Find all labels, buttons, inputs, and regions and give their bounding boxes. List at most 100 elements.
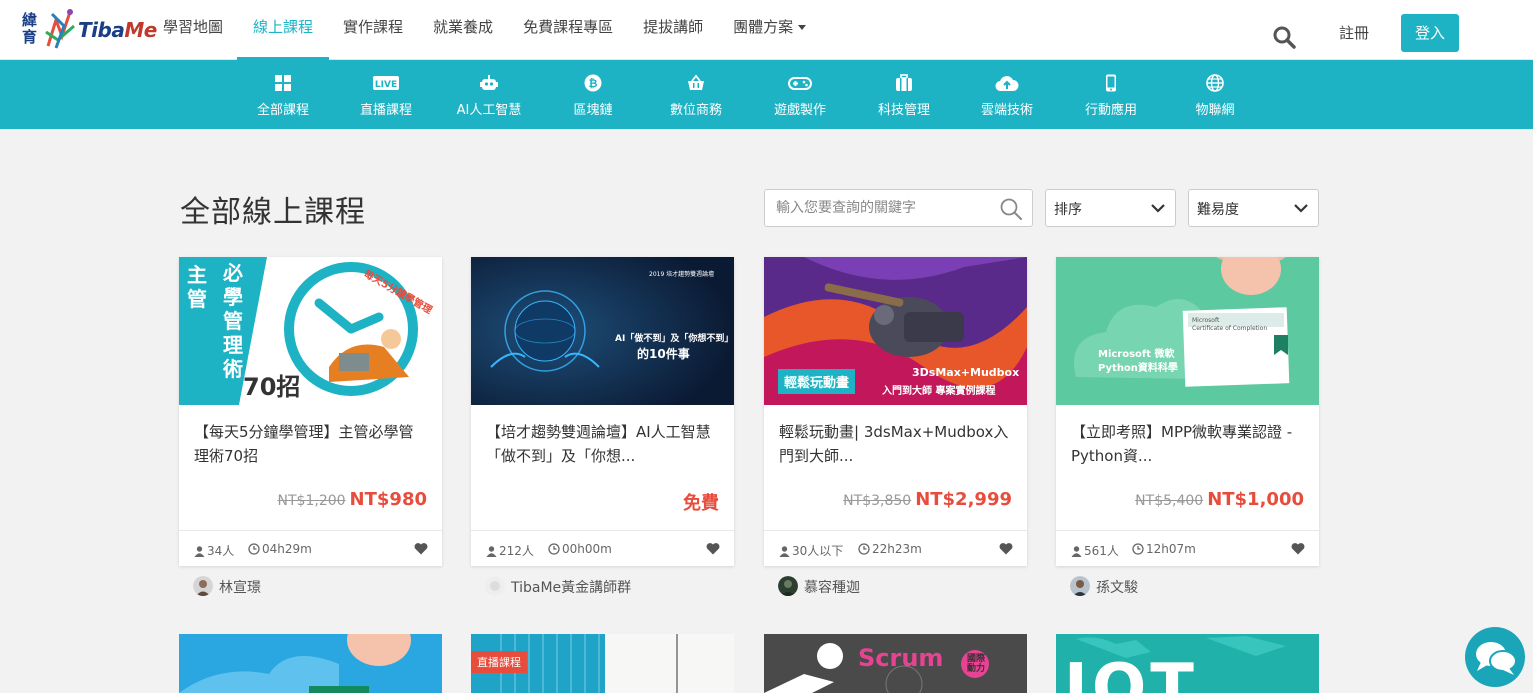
svg-text:₿: ₿ [589, 77, 598, 90]
course-duration: 04h29m [248, 542, 312, 556]
thumb-text: Scrum [858, 644, 944, 672]
category-live[interactable]: LIVE 直播課程 [334, 60, 438, 129]
briefcase-icon [896, 74, 912, 91]
course-duration: 00h00m [548, 542, 612, 556]
teacher-name: 慕容種迦 [804, 580, 860, 596]
nav-free-courses[interactable]: 免費課程專區 [523, 0, 613, 60]
teacher-name: 孫文駿 [1096, 580, 1138, 596]
course-card[interactable]: Scrum 國際動力 [764, 634, 1027, 693]
heart-icon[interactable] [706, 542, 720, 555]
search-icon[interactable] [999, 197, 1023, 221]
sale-price: NT$980 [349, 489, 427, 510]
course-title[interactable]: 輕鬆玩動畫| 3dsMax+Mudbox入門到大師... [779, 420, 1011, 468]
login-button[interactable]: 登入 [1401, 14, 1459, 52]
course-card[interactable]: Microsoft 微軟 Python資料科學 Microsoft Certif… [1056, 257, 1319, 566]
live-badge: 直播課程 [471, 651, 527, 673]
sale-price: NT$2,999 [915, 489, 1012, 510]
nav-career-training[interactable]: 就業養成 [433, 0, 493, 60]
teacher-name: 林宣璟 [219, 580, 261, 596]
course-card-footer: 30人以下 22h23m [764, 530, 1027, 566]
course-card-footer: 34人 04h29m [179, 530, 442, 566]
chevron-down-icon [1151, 204, 1165, 213]
course-card-footer: 561人 12h07m [1056, 530, 1319, 566]
nav-practical-courses[interactable]: 實作課程 [343, 0, 403, 60]
category-label: 全部課程 [256, 103, 309, 118]
svg-text:LIVE: LIVE [375, 80, 397, 90]
category-label: 行動應用 [1084, 103, 1137, 118]
clock-icon [1132, 543, 1144, 555]
chat-button[interactable] [1465, 627, 1525, 687]
tibame-logo[interactable]: 緯育 TibaMe [22, 6, 157, 52]
category-label: 數位商務 [669, 103, 722, 118]
course-card[interactable]: 輕鬆玩動畫 3DsMax+Mudbox 入門到大師 專案實例課程 輕鬆玩動畫| … [764, 257, 1027, 566]
nav-group-plans[interactable]: 團體方案 [733, 0, 807, 60]
heart-icon[interactable] [999, 542, 1013, 555]
course-card[interactable] [179, 634, 442, 693]
clock-icon [548, 543, 560, 555]
category-label: 遊戲製作 [773, 103, 826, 118]
category-bar: 全部課程 LIVE 直播課程 AI人工智慧 ₿ 區塊鏈 數位商務 遊戲製作 科技… [0, 60, 1533, 129]
logo-mark-icon [45, 9, 75, 49]
course-card[interactable]: 直播課程 [471, 634, 734, 693]
clock-icon [858, 543, 870, 555]
course-card[interactable]: 主管 必學管理術 70招 每天5分鐘學管理 【每天5分鐘學管理】主管必學管理術7… [179, 257, 442, 566]
student-count: 30人以下 [779, 542, 843, 559]
course-thumbnail: 2019 培才趨勢雙週論壇 AI「做不到」及「你想不到」 的10件事 [471, 257, 734, 405]
thumb-text: Microsoft [1192, 317, 1220, 324]
avatar [778, 576, 798, 596]
nav-instructors[interactable]: 提拔講師 [643, 0, 703, 60]
difficulty-select-value: 難易度 [1197, 202, 1239, 218]
search-icon[interactable] [1271, 24, 1297, 50]
caret-down-icon [798, 25, 807, 30]
avatar [485, 576, 505, 596]
category-iot[interactable]: 物聯網 [1163, 60, 1267, 129]
person-icon [194, 546, 205, 557]
heart-icon[interactable] [414, 542, 428, 555]
person-icon [779, 546, 790, 557]
avatar [1070, 576, 1090, 596]
category-game-dev[interactable]: 遊戲製作 [748, 60, 852, 129]
course-title[interactable]: 【培才趨勢雙週論壇】AI人工智慧「做不到」及「你想... [486, 420, 718, 468]
person-icon [1071, 546, 1082, 557]
original-price: NT$3,850 [843, 493, 912, 509]
category-all[interactable]: 全部課程 [231, 60, 335, 129]
student-count: 34人 [194, 542, 234, 559]
thumb-text: 輕鬆玩動畫 [778, 369, 856, 394]
keyword-search-input[interactable] [765, 190, 993, 226]
category-tech-management[interactable]: 科技管理 [852, 60, 956, 129]
difficulty-select[interactable]: 難易度 [1188, 189, 1319, 227]
thumb-text: 70招 [243, 373, 301, 401]
course-price: NT$1,200 NT$980 [278, 489, 427, 510]
category-label: 直播課程 [359, 103, 412, 118]
robot-icon [480, 75, 498, 90]
thumb-text: Certificate of Completion [1192, 325, 1268, 332]
nav-online-courses[interactable]: 線上課程 [237, 0, 330, 60]
nav-learning-map[interactable]: 學習地圖 [163, 0, 223, 60]
thumb-text: 2019 培才趨勢雙週論壇 [649, 271, 715, 278]
original-price: NT$1,200 [277, 493, 346, 509]
heart-icon[interactable] [1291, 542, 1305, 555]
category-label: 雲端技術 [980, 103, 1033, 118]
category-mobile[interactable]: 行動應用 [1059, 60, 1163, 129]
top-navbar: 緯育 TibaMe 學習地圖 線上課程 實作課程 就業養成 免費課程專區 提拔講… [0, 0, 1533, 60]
course-thumbnail: 輕鬆玩動畫 3DsMax+Mudbox 入門到大師 專案實例課程 [764, 257, 1027, 405]
category-ai[interactable]: AI人工智慧 [437, 60, 541, 129]
clock-icon [248, 543, 260, 555]
course-title[interactable]: 【每天5分鐘學管理】主管必學管理術70招 [194, 420, 426, 468]
category-blockchain[interactable]: ₿ 區塊鏈 [541, 60, 645, 129]
register-link[interactable]: 註冊 [1339, 22, 1369, 43]
sort-select[interactable]: 排序 [1045, 189, 1176, 227]
course-card[interactable]: 2019 培才趨勢雙週論壇 AI「做不到」及「你想不到」 的10件事 【培才趨勢… [471, 257, 734, 566]
student-count: 212人 [486, 542, 534, 559]
sort-select-value: 排序 [1054, 202, 1082, 218]
category-cloud[interactable]: 雲端技術 [955, 60, 1059, 129]
course-price: 免費 [683, 489, 719, 515]
course-thumbnail [179, 634, 442, 693]
course-title[interactable]: 【立即考照】MPP微軟專業認證 - Python資... [1071, 420, 1303, 468]
category-ecommerce[interactable]: 數位商務 [644, 60, 748, 129]
nav-group-plans-label: 團體方案 [733, 18, 794, 36]
course-price: NT$3,850 NT$2,999 [843, 489, 1012, 510]
course-thumbnail: Microsoft 微軟 Python資料科學 Microsoft Certif… [1056, 257, 1319, 405]
course-thumbnail: 主管 必學管理術 70招 每天5分鐘學管理 [179, 257, 442, 405]
course-card[interactable]: IOT [1056, 634, 1319, 693]
